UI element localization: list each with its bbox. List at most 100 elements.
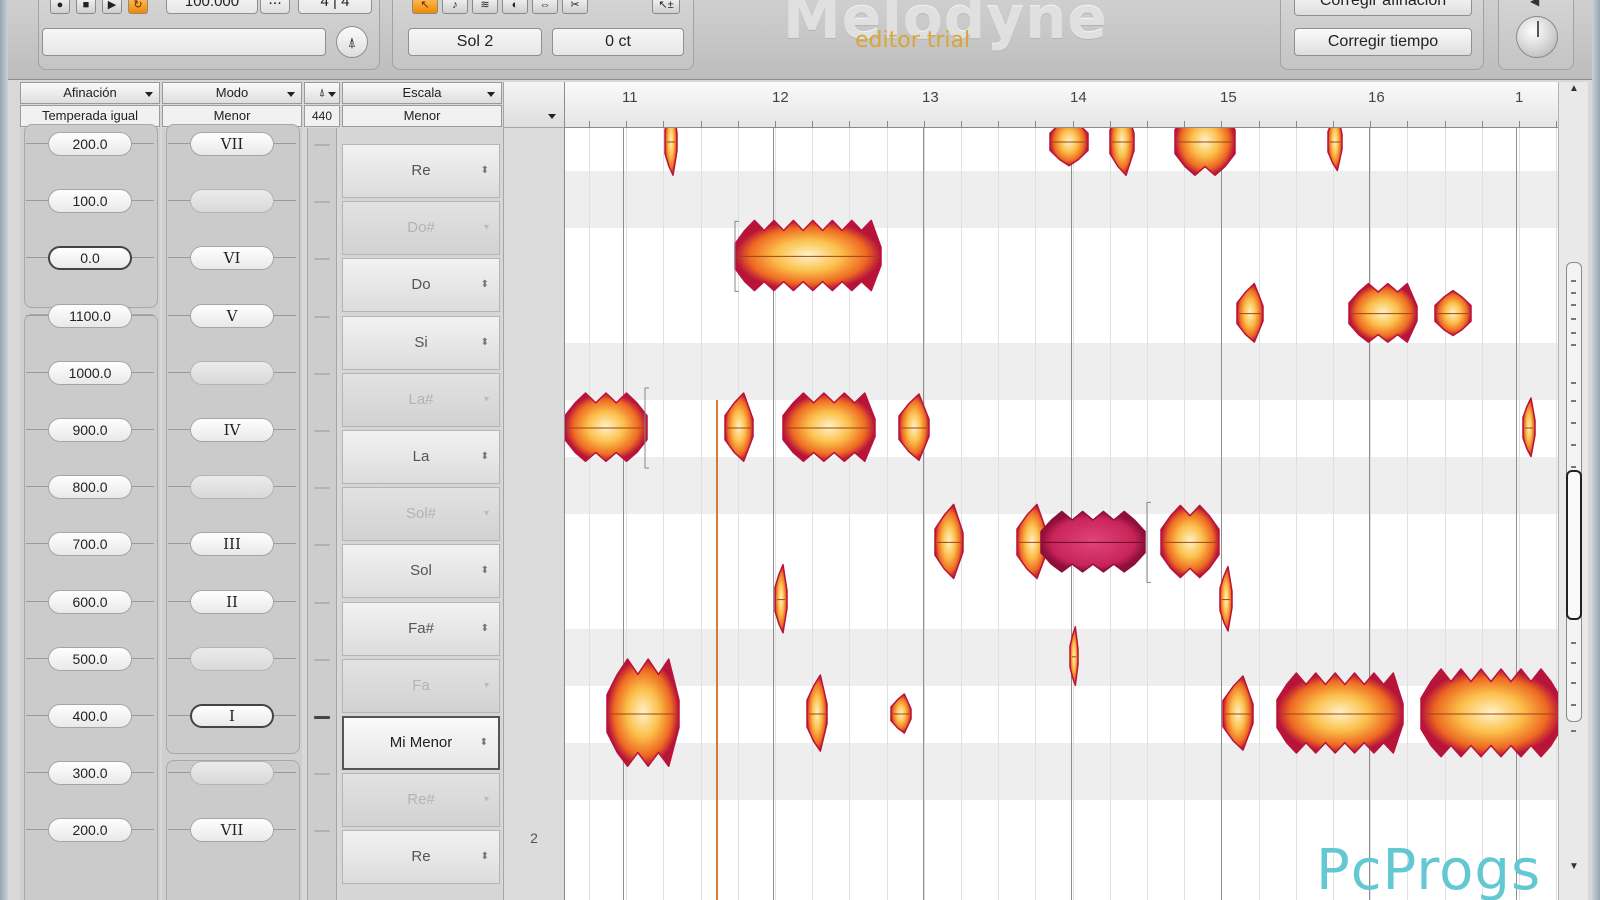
macro-icon[interactable]: ↖± (652, 0, 680, 14)
cents-pill[interactable]: 400.0 (48, 704, 132, 728)
cents-pill[interactable]: 700.0 (48, 532, 132, 557)
degree-pill[interactable]: VII (190, 818, 274, 843)
note-blob[interactable] (1160, 504, 1220, 579)
degree-pill[interactable] (190, 189, 274, 214)
cents-pill[interactable]: 800.0 (48, 475, 132, 500)
scale-note-button[interactable]: Fa ▾ (342, 658, 500, 713)
scale-header[interactable]: Escala (342, 82, 502, 104)
cents-pill[interactable]: 600.0 (48, 589, 132, 614)
correct-pitch-button[interactable]: Corregir afinación (1294, 0, 1472, 16)
amplitude-tool-icon[interactable]: ◐ (502, 0, 528, 14)
tuning-header[interactable]: Afinación (20, 82, 160, 104)
degree-pill[interactable] (190, 646, 274, 671)
degree-pill[interactable]: VII (190, 132, 274, 156)
scale-note-button[interactable]: Sol# ▾ (342, 487, 500, 542)
degree-pill[interactable] (190, 360, 274, 385)
note-blob[interactable] (806, 674, 828, 752)
degree-pill[interactable]: III (190, 532, 274, 557)
play-icon[interactable]: ▶ (102, 0, 122, 14)
note-blob[interactable] (1069, 626, 1079, 687)
cents-pill[interactable]: 500.0 (48, 646, 132, 671)
scale-note-button[interactable]: Si ⬍ (342, 315, 500, 370)
cents-pill[interactable]: 300.0 (48, 761, 132, 786)
note-blob[interactable] (1222, 675, 1254, 751)
note-blob[interactable] (934, 503, 964, 580)
bar-ruler[interactable]: 11 12 13 14 15 16 1 (565, 82, 1559, 128)
tuning-fork-icon[interactable]: ⍋ (336, 26, 368, 58)
mode-header[interactable]: Modo (162, 82, 302, 104)
scale-note-button[interactable]: Do ⬍ (342, 258, 500, 313)
note-blob[interactable] (890, 693, 912, 734)
scale-note-button[interactable]: Mi Menor ⬍ (342, 716, 500, 770)
note-blob[interactable] (1236, 282, 1264, 343)
scale-note-button[interactable]: Fa# ⬍ (342, 601, 500, 656)
reference-header[interactable]: ⍋ (304, 82, 340, 104)
note-blob[interactable] (724, 392, 754, 462)
stop-icon[interactable]: ■ (76, 0, 96, 14)
pointer-tool-icon[interactable]: ↖ (412, 0, 438, 14)
bar-number: 1 (1515, 89, 1524, 106)
clip-name-field[interactable] (42, 28, 326, 56)
scale-note-button[interactable]: Do# ▾ (342, 201, 500, 256)
scroll-thumb[interactable] (1566, 470, 1582, 620)
note-blob[interactable] (1348, 282, 1418, 343)
record-icon[interactable]: ● (50, 0, 70, 14)
pitch-tool-icon[interactable]: ♪ (442, 0, 468, 14)
note-blob[interactable] (1109, 128, 1135, 176)
note-blob[interactable] (1276, 672, 1404, 754)
degree-pill[interactable]: II (190, 589, 274, 614)
correct-time-button[interactable]: Corregir tiempo (1294, 28, 1472, 56)
scale-note-button[interactable]: La# ▾ (342, 372, 500, 427)
loop-icon[interactable]: ↻ (128, 0, 148, 14)
cents-pill[interactable]: 200.0 (48, 132, 132, 156)
scale-value[interactable]: Menor (342, 105, 502, 127)
degree-pill[interactable] (190, 761, 274, 786)
note-blobs-layer[interactable] (565, 128, 1559, 900)
note-blob[interactable] (1420, 668, 1559, 758)
reference-pitch-value[interactable]: 440 (304, 105, 340, 127)
note-blob[interactable] (1219, 565, 1233, 632)
note-blob[interactable] (664, 128, 678, 176)
note-blob[interactable] (774, 563, 788, 634)
note-blob[interactable] (898, 393, 930, 462)
time-signature-field[interactable]: 4 | 4 (298, 0, 372, 14)
note-blob[interactable] (606, 658, 680, 767)
scroll-down-icon[interactable]: ▼ (1565, 858, 1583, 876)
scale-note-button[interactable]: Re ⬍ (342, 830, 500, 885)
degree-pill[interactable]: I (190, 704, 274, 728)
note-blob[interactable] (1049, 128, 1089, 167)
note-blob[interactable] (734, 219, 882, 292)
degree-pill[interactable]: IV (190, 418, 274, 442)
cents-pill[interactable]: 1000.0 (48, 360, 132, 385)
note-blob[interactable] (1327, 128, 1343, 172)
formant-tool-icon[interactable]: ≋ (472, 0, 498, 14)
cents-pill[interactable]: 0.0 (48, 246, 132, 271)
scale-note-button[interactable]: La ⬍ (342, 430, 500, 484)
volume-knob[interactable] (1516, 16, 1558, 58)
note-blob[interactable] (1174, 128, 1236, 176)
tempo-field[interactable]: 100.000 (166, 0, 258, 14)
vertical-scrollbar[interactable]: ▲ ▼ (1558, 82, 1588, 900)
note-blob[interactable] (1522, 397, 1536, 458)
degree-pill[interactable] (190, 475, 274, 500)
cents-pill[interactable]: 1100.0 (48, 303, 132, 328)
degree-pill[interactable]: VI (190, 246, 274, 271)
scale-note-button[interactable]: Sol ⬍ (342, 544, 500, 599)
cents-pill[interactable]: 200.0 (48, 818, 132, 843)
cents-pill[interactable]: 900.0 (48, 418, 132, 442)
note-blob[interactable] (565, 392, 648, 462)
selected-note-blob[interactable] (1040, 510, 1146, 573)
time-tool-icon[interactable]: ⇔ (532, 0, 558, 14)
scroll-up-icon[interactable]: ▲ (1565, 80, 1583, 98)
note-blob[interactable] (782, 392, 876, 462)
piano-roll[interactable] (565, 128, 1559, 900)
tempo-menu-button[interactable]: ... (260, 0, 290, 14)
scale-note-button[interactable]: Re# ▾ (342, 773, 500, 828)
octave-column-header[interactable] (504, 82, 564, 128)
note-blob[interactable] (1434, 289, 1472, 337)
degree-pill[interactable]: V (190, 303, 274, 328)
note-editor[interactable]: 11 12 13 14 15 16 1 (564, 82, 1559, 900)
separation-tool-icon[interactable]: ✂ (562, 0, 588, 14)
cents-pill[interactable]: 100.0 (48, 189, 132, 214)
scale-note-button[interactable]: Re ⬍ (342, 144, 500, 198)
